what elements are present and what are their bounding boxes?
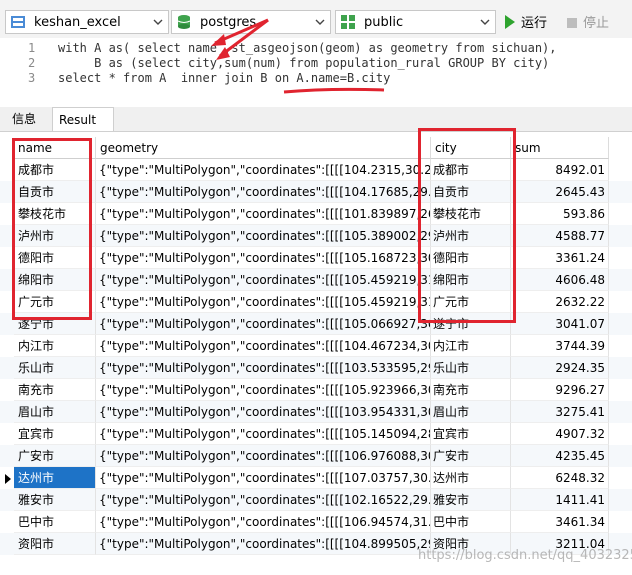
cell-geometry[interactable]: {"type":"MultiPolygon","coordinates":[[[… xyxy=(96,225,431,247)
cell-geometry[interactable]: {"type":"MultiPolygon","coordinates":[[[… xyxy=(96,511,431,533)
result-tabs: 信息 Result 1 xyxy=(0,107,632,151)
cell-sum[interactable]: 4606.48 xyxy=(511,269,609,291)
table-row[interactable]: 攀枝花市 {"type":"MultiPolygon","coordinates"… xyxy=(0,203,632,225)
cell-name[interactable]: 宜宾市 xyxy=(14,423,96,445)
cell-sum[interactable]: 4907.32 xyxy=(511,423,609,445)
table-row[interactable]: 广安市 {"type":"MultiPolygon","coordinates":… xyxy=(0,445,632,467)
table-row[interactable]: 南充市 {"type":"MultiPolygon","coordinates":… xyxy=(0,379,632,401)
cell-geometry[interactable]: {"type":"MultiPolygon","coordinates":[[[… xyxy=(96,181,431,203)
table-row[interactable]: 达州市 {"type":"MultiPolygon","coordinates":… xyxy=(0,467,632,489)
watermark: https://blog.csdn.net/qq_40323256 xyxy=(418,548,632,563)
table-row[interactable]: 内江市 {"type":"MultiPolygon","coordinates":… xyxy=(0,335,632,357)
table-row[interactable]: 巴中市 {"type":"MultiPolygon","coordinates":… xyxy=(0,511,632,533)
cell-name[interactable]: 雅安市 xyxy=(14,489,96,511)
column-header-geometry[interactable]: geometry xyxy=(96,137,431,159)
cell-sum[interactable]: 4588.77 xyxy=(511,225,609,247)
cell-name[interactable]: 南充市 xyxy=(14,379,96,401)
annotation-underline xyxy=(283,87,385,94)
cell-name[interactable]: 资阳市 xyxy=(14,533,96,555)
cell-sum[interactable]: 3361.24 xyxy=(511,247,609,269)
cell-name[interactable]: 巴中市 xyxy=(14,511,96,533)
cell-name[interactable]: 内江市 xyxy=(14,335,96,357)
cell-geometry[interactable]: {"type":"MultiPolygon","coordinates":[[[… xyxy=(96,313,431,335)
table-row[interactable]: 遂宁市 {"type":"MultiPolygon","coordinates":… xyxy=(0,313,632,335)
annotation-box-name xyxy=(12,138,92,320)
cell-geometry[interactable]: {"type":"MultiPolygon","coordinates":[[[… xyxy=(96,445,431,467)
column-header-sum[interactable]: sum xyxy=(511,137,609,159)
row-pointer-icon xyxy=(5,474,11,484)
cell-geometry[interactable]: {"type":"MultiPolygon","coordinates":[[[… xyxy=(96,291,431,313)
cell-sum[interactable]: 3041.07 xyxy=(511,313,609,335)
cell-geometry[interactable]: {"type":"MultiPolygon","coordinates":[[[… xyxy=(96,423,431,445)
cell-city[interactable]: 广安市 xyxy=(431,445,511,467)
tab-result-1[interactable]: Result 1 xyxy=(52,107,114,151)
cell-geometry[interactable]: {"type":"MultiPolygon","coordinates":[[[… xyxy=(96,467,431,489)
cell-city[interactable]: 乐山市 xyxy=(431,357,511,379)
cell-name[interactable]: 达州市 xyxy=(14,467,96,489)
table-row[interactable]: 泸州市 {"type":"MultiPolygon","coordinates":… xyxy=(0,225,632,247)
cell-sum[interactable]: 3744.39 xyxy=(511,335,609,357)
tab-info[interactable]: 信息 xyxy=(6,107,42,131)
cell-city[interactable]: 南充市 xyxy=(431,379,511,401)
cell-sum[interactable]: 8492.01 xyxy=(511,159,609,181)
table-row[interactable]: 广元市 {"type":"MultiPolygon","coordinates":… xyxy=(0,291,632,313)
table-row[interactable]: 自贡市 {"type":"MultiPolygon","coordinates":… xyxy=(0,181,632,203)
annotation-arrow-head xyxy=(211,34,226,46)
cell-geometry[interactable]: {"type":"MultiPolygon","coordinates":[[[… xyxy=(96,533,431,555)
cell-sum[interactable]: 2645.43 xyxy=(511,181,609,203)
cell-sum[interactable]: 6248.32 xyxy=(511,467,609,489)
cell-sum[interactable]: 3275.41 xyxy=(511,401,609,423)
cell-city[interactable]: 达州市 xyxy=(431,467,511,489)
cell-city[interactable]: 内江市 xyxy=(431,335,511,357)
cell-geometry[interactable]: {"type":"MultiPolygon","coordinates":[[[… xyxy=(96,247,431,269)
cell-sum[interactable]: 3461.34 xyxy=(511,511,609,533)
cell-sum[interactable]: 9296.27 xyxy=(511,379,609,401)
table-row[interactable]: 眉山市 {"type":"MultiPolygon","coordinates":… xyxy=(0,401,632,423)
cell-geometry[interactable]: {"type":"MultiPolygon","coordinates":[[[… xyxy=(96,203,431,225)
cell-geometry[interactable]: {"type":"MultiPolygon","coordinates":[[[… xyxy=(96,401,431,423)
cell-city[interactable]: 宜宾市 xyxy=(431,423,511,445)
cell-city[interactable]: 巴中市 xyxy=(431,511,511,533)
cell-geometry[interactable]: {"type":"MultiPolygon","coordinates":[[[… xyxy=(96,269,431,291)
table-row[interactable]: 成都市 {"type":"MultiPolygon","coordinates":… xyxy=(0,159,632,181)
cell-geometry[interactable]: {"type":"MultiPolygon","coordinates":[[[… xyxy=(96,357,431,379)
cell-city[interactable]: 眉山市 xyxy=(431,401,511,423)
table-row[interactable]: 绵阳市 {"type":"MultiPolygon","coordinates":… xyxy=(0,269,632,291)
cell-city[interactable]: 雅安市 xyxy=(431,489,511,511)
cell-sum[interactable]: 1411.41 xyxy=(511,489,609,511)
cell-geometry[interactable]: {"type":"MultiPolygon","coordinates":[[[… xyxy=(96,159,431,181)
table-row[interactable]: 乐山市 {"type":"MultiPolygon","coordinates":… xyxy=(0,357,632,379)
cell-name[interactable]: 乐山市 xyxy=(14,357,96,379)
cell-name[interactable]: 眉山市 xyxy=(14,401,96,423)
cell-sum[interactable]: 593.86 xyxy=(511,203,609,225)
cell-geometry[interactable]: {"type":"MultiPolygon","coordinates":[[[… xyxy=(96,379,431,401)
table-row[interactable]: 宜宾市 {"type":"MultiPolygon","coordinates":… xyxy=(0,423,632,445)
cell-geometry[interactable]: {"type":"MultiPolygon","coordinates":[[[… xyxy=(96,489,431,511)
table-row[interactable]: 德阳市 {"type":"MultiPolygon","coordinates":… xyxy=(0,247,632,269)
cell-sum[interactable]: 4235.45 xyxy=(511,445,609,467)
cell-sum[interactable]: 2632.22 xyxy=(511,291,609,313)
cell-geometry[interactable]: {"type":"MultiPolygon","coordinates":[[[… xyxy=(96,335,431,357)
cell-sum[interactable]: 2924.35 xyxy=(511,357,609,379)
table-row[interactable]: 雅安市 {"type":"MultiPolygon","coordinates":… xyxy=(0,489,632,511)
annotation-box-city xyxy=(418,128,516,323)
cell-name[interactable]: 广安市 xyxy=(14,445,96,467)
